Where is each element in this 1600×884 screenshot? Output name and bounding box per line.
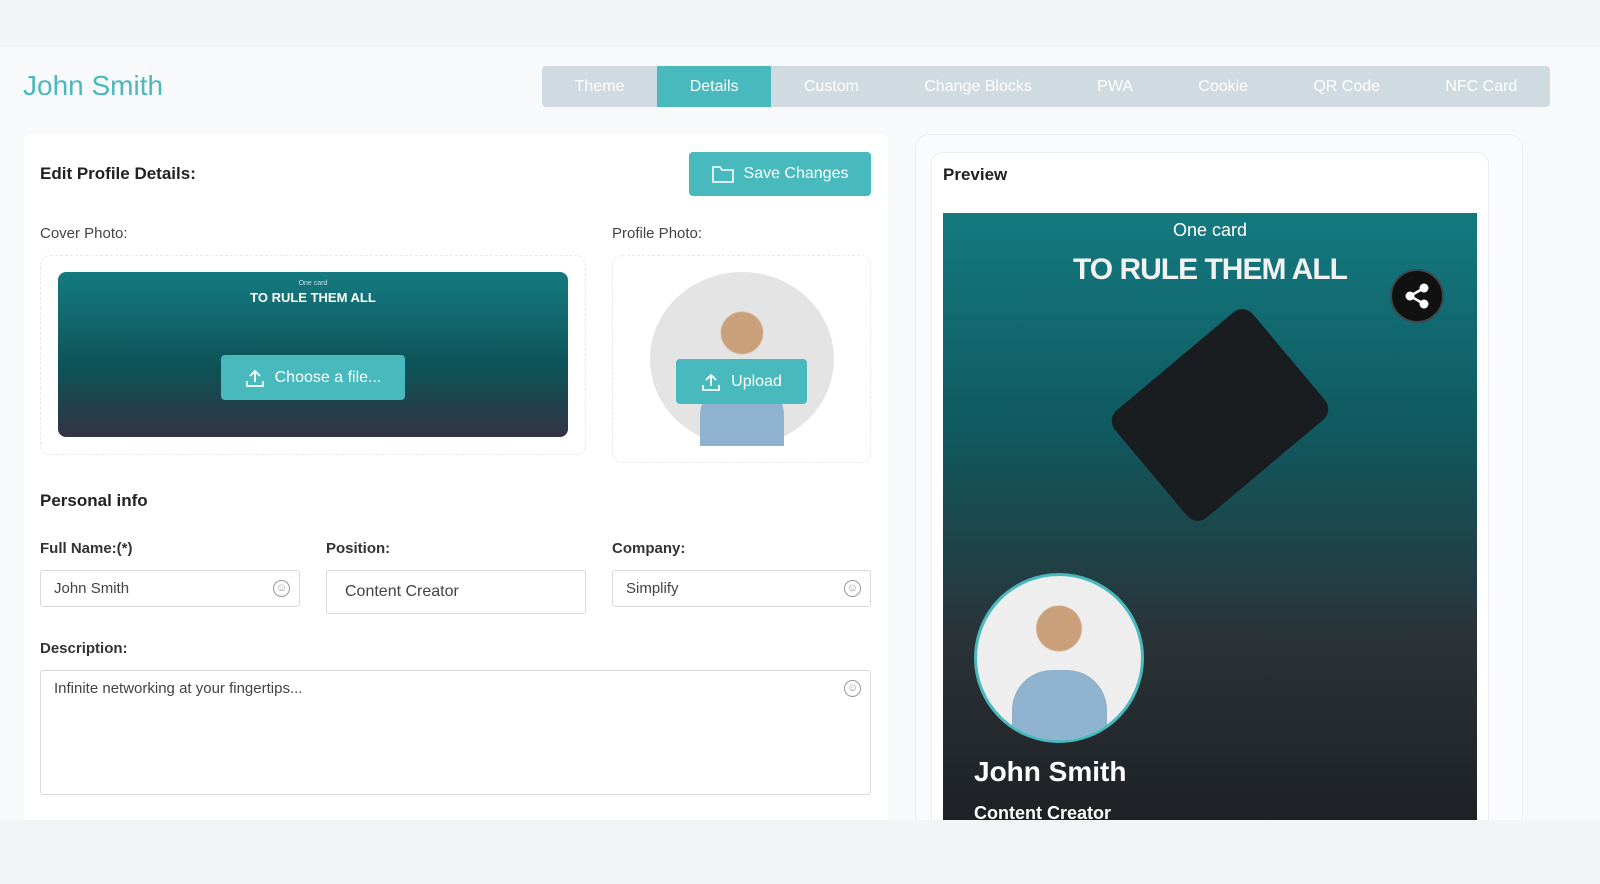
tab-nfc-card[interactable]: NFC Card <box>1413 66 1550 107</box>
preview-banner-small: One card <box>1172 220 1248 240</box>
profile-photo-label: Profile Photo: <box>612 225 703 242</box>
choose-file-label: Choose a file... <box>274 368 382 386</box>
full-name-input[interactable]: John Smith ☺ <box>40 570 300 607</box>
tab-change-blocks[interactable]: Change Blocks <box>892 66 1065 107</box>
cover-text-small: One card <box>298 280 328 287</box>
position-value: Content Creator <box>345 583 459 600</box>
emoji-icon[interactable]: ☺ <box>273 580 290 597</box>
edit-profile-heading: Edit Profile Details: <box>40 164 196 183</box>
full-name-value: John Smith <box>54 580 130 597</box>
cover-photo-label: Cover Photo: <box>40 225 128 242</box>
description-textarea[interactable]: Infinite networking at your fingertips..… <box>40 670 871 795</box>
tab-theme[interactable]: Theme <box>542 66 657 107</box>
personal-info-heading: Personal info <box>40 491 148 510</box>
tab-qr-code[interactable]: QR Code <box>1281 66 1413 107</box>
company-label: Company: <box>612 540 686 557</box>
emoji-icon[interactable]: ☺ <box>844 680 861 697</box>
full-name-label: Full Name:(*) <box>40 540 133 557</box>
preview-name: John Smith <box>974 756 1127 787</box>
description-label: Description: <box>40 640 128 657</box>
folder-icon <box>711 166 734 183</box>
choose-file-button[interactable]: Choose a file... <box>221 355 405 400</box>
preview-position: Content Creator <box>974 803 1112 820</box>
tab-details[interactable]: Details <box>657 66 772 107</box>
upload-label: Upload <box>731 372 782 390</box>
tab-custom[interactable]: Custom <box>771 66 891 107</box>
position-label: Position: <box>326 540 391 557</box>
cover-text-big: TO RULE THEM ALL <box>250 290 376 305</box>
upload-icon <box>245 369 264 387</box>
tab-pwa[interactable]: PWA <box>1065 66 1166 107</box>
company-value: Simplify <box>626 580 679 597</box>
save-changes-button[interactable]: Save Changes <box>689 152 871 196</box>
share-button[interactable] <box>1390 269 1444 323</box>
page-title: John Smith <box>23 70 164 101</box>
preview-avatar <box>974 573 1144 743</box>
description-value: Infinite networking at your fingertips..… <box>54 680 303 697</box>
bottom-band <box>0 820 1600 884</box>
emoji-icon[interactable]: ☺ <box>844 580 861 597</box>
position-input[interactable]: Content Creator <box>326 570 586 614</box>
company-input[interactable]: Simplify ☺ <box>612 570 871 607</box>
save-changes-label: Save Changes <box>743 165 849 182</box>
tab-bar: Theme Details Custom Change Blocks PWA C… <box>542 66 1550 107</box>
upload-button[interactable]: Upload <box>676 359 807 404</box>
preview-heading: Preview <box>943 165 1008 184</box>
tab-cookie[interactable]: Cookie <box>1166 66 1281 107</box>
share-icon <box>1405 283 1429 309</box>
upload-icon <box>702 373 721 391</box>
